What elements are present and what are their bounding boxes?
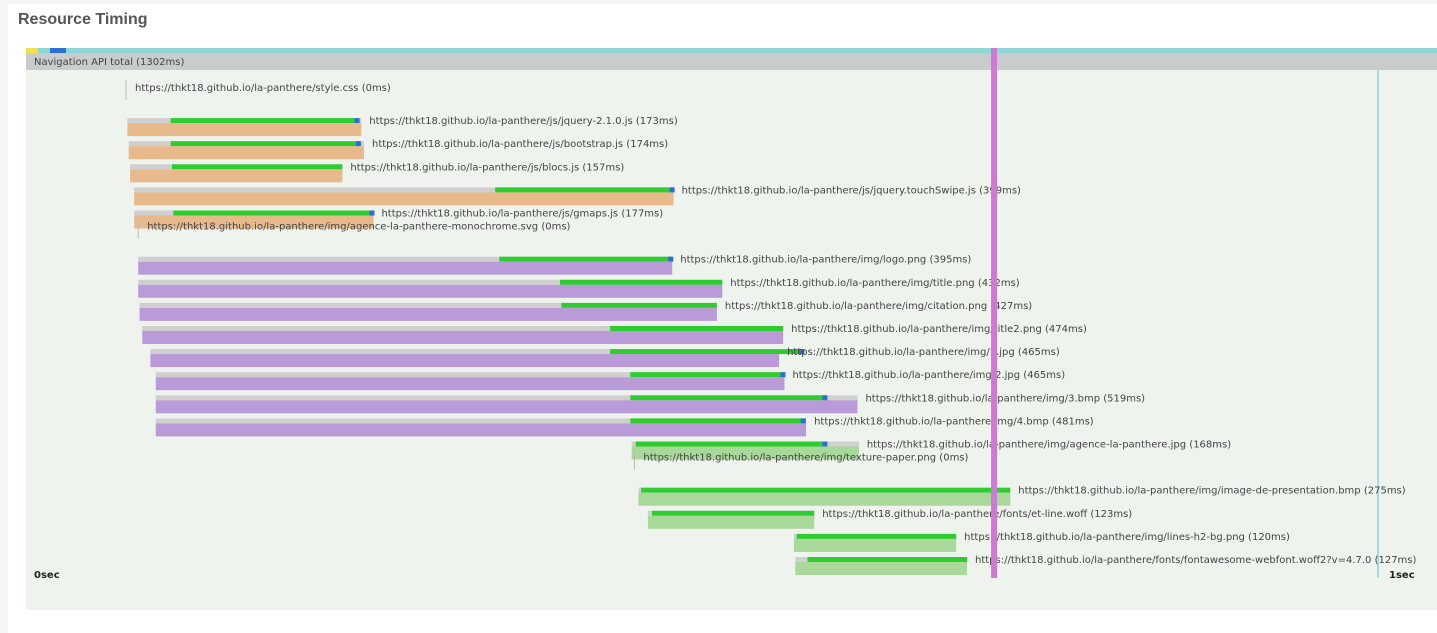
resource-bar	[638, 492, 1011, 506]
dom-content-marker	[991, 48, 998, 578]
resource-response-strip	[630, 372, 785, 378]
resource-bar	[155, 400, 858, 414]
resource-dns-marker	[354, 118, 360, 124]
resource-label: https://thkt18.github.io/la-panthere/sty…	[135, 83, 391, 94]
resource-dns-marker	[822, 395, 828, 401]
resource-dns-marker	[822, 441, 828, 447]
resource-bar	[130, 169, 343, 183]
resource-response-strip	[635, 441, 827, 447]
resource-bar	[138, 284, 723, 298]
resource-label: https://thkt18.github.io/la-panthere/js/…	[372, 139, 668, 150]
resource-label: https://thkt18.github.io/la-panthere/img…	[867, 440, 1231, 451]
resource-label: https://thkt18.github.io/la-panthere/img…	[791, 324, 1087, 335]
resource-label: https://thkt18.github.io/la-panthere/img…	[865, 393, 1145, 404]
resource-response-strip	[495, 187, 674, 193]
resource-dns-marker	[800, 418, 806, 424]
resource-label: https://thkt18.github.io/la-panthere/img…	[725, 301, 1032, 312]
resource-response-strip	[170, 118, 359, 124]
navigation-total-label: Navigation API total (1302ms)	[34, 57, 184, 68]
resource-response-strip	[641, 487, 1011, 493]
resource-timing-chart: Navigation API total (1302ms) https://thk…	[26, 48, 1437, 610]
resource-response-strip	[561, 302, 717, 308]
resource-bar	[138, 261, 673, 275]
resource-response-strip	[630, 418, 805, 424]
resource-label: https://thkt18.github.io/la-panthere/fon…	[822, 509, 1132, 520]
resource-label: https://thkt18.github.io/la-panthere/img…	[787, 347, 1060, 358]
resource-bar	[134, 192, 674, 206]
resource-bar	[793, 538, 957, 552]
resource-label: https://thkt18.github.io/la-panthere/js/…	[369, 116, 678, 127]
resource-response-strip	[499, 256, 673, 262]
resource-label: https://thkt18.github.io/la-panthere/img…	[792, 370, 1065, 381]
resource-bar	[155, 423, 807, 437]
resource-response-strip	[560, 279, 723, 285]
resource-bar	[127, 123, 362, 137]
x-tick-label: 1sec	[1389, 570, 1415, 581]
resource-response-strip	[807, 557, 967, 562]
navigation-top-strip	[26, 48, 1437, 53]
resource-label: https://thkt18.github.io/la-panthere/js/…	[682, 185, 1021, 196]
resource-bar	[795, 562, 967, 575]
resource-response-strip	[651, 510, 815, 516]
resource-response-strip	[630, 395, 827, 401]
resource-label: https://thkt18.github.io/la-panthere/img…	[643, 453, 968, 464]
resource-label: https://thkt18.github.io/la-panthere/img…	[814, 416, 1094, 427]
resource-dns-marker	[668, 256, 674, 262]
resource-label: https://thkt18.github.io/la-panthere/img…	[730, 278, 1020, 289]
resource-label: https://thkt18.github.io/la-panthere/img…	[680, 255, 971, 266]
resource-bar	[150, 354, 780, 368]
resource-bar	[155, 377, 785, 391]
navigation-connect-mark	[50, 48, 66, 53]
resource-label: https://thkt18.github.io/la-panthere/img…	[147, 222, 570, 233]
resource-response-strip	[796, 533, 957, 539]
resource-label: https://thkt18.github.io/la-panthere/fon…	[975, 555, 1417, 566]
navigation-dns-mark	[26, 48, 38, 53]
resource-label: https://thkt18.github.io/la-panthere/js/…	[381, 209, 663, 220]
resource-dns-marker	[780, 372, 786, 378]
navigation-total-bar	[26, 53, 1437, 70]
resource-response-strip	[170, 141, 360, 147]
resource-response-strip	[610, 349, 804, 355]
x-tick-label: 0sec	[34, 570, 60, 581]
resource-label: https://thkt18.github.io/la-panthere/img…	[964, 532, 1290, 543]
resource-bar	[142, 331, 784, 344]
resource-dns-marker	[369, 210, 375, 216]
resource-label: https://thkt18.github.io/la-panthere/js/…	[350, 162, 624, 173]
resource-bar	[139, 307, 717, 321]
resource-dns-marker	[355, 141, 361, 147]
resource-label: https://thkt18.github.io/la-panthere/img…	[1018, 486, 1406, 497]
resource-dns-marker	[669, 187, 675, 193]
resource-response-strip	[173, 210, 374, 216]
resource-bar	[128, 146, 364, 160]
resource-bar	[647, 515, 815, 529]
resource-response-strip	[610, 326, 784, 331]
resource-response-strip	[172, 164, 343, 170]
